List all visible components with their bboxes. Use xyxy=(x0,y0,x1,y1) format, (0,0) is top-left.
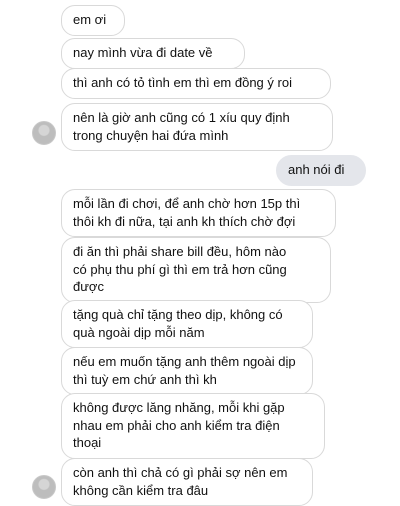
message-bubble-incoming[interactable]: nên là giờ anh cũng có 1 xíu quy định tr… xyxy=(61,103,333,151)
message-bubble-incoming[interactable]: đi ăn thì phải share bill đều, hôm nào c… xyxy=(61,237,331,303)
message-bubble-incoming[interactable]: thì anh có tỏ tình em thì em đồng ý roi xyxy=(61,68,331,99)
contact-avatar[interactable] xyxy=(32,121,56,145)
message-bubble-incoming[interactable]: mỗi lần đi chơi, để anh chờ hơn 15p thì … xyxy=(61,189,336,237)
message-thread: em ơi nay mình vừa đi date về thì anh có… xyxy=(0,0,400,506)
message-bubble-incoming[interactable]: nếu em muốn tặng anh thêm ngoài dịp thì … xyxy=(61,347,313,395)
message-bubble-incoming[interactable]: tặng quà chỉ tặng theo dịp, không có quà… xyxy=(61,300,313,348)
message-bubble-incoming[interactable]: em ơi xyxy=(61,5,125,36)
message-bubble-incoming[interactable]: không được lăng nhăng, mỗi khi gặp nhau … xyxy=(61,393,325,459)
message-bubble-incoming[interactable]: nay mình vừa đi date về xyxy=(61,38,245,69)
message-bubble-outgoing[interactable]: anh nói đi xyxy=(276,155,366,186)
message-bubble-incoming[interactable]: còn anh thì chả có gì phải sợ nên em khô… xyxy=(61,458,313,506)
contact-avatar[interactable] xyxy=(32,475,56,499)
